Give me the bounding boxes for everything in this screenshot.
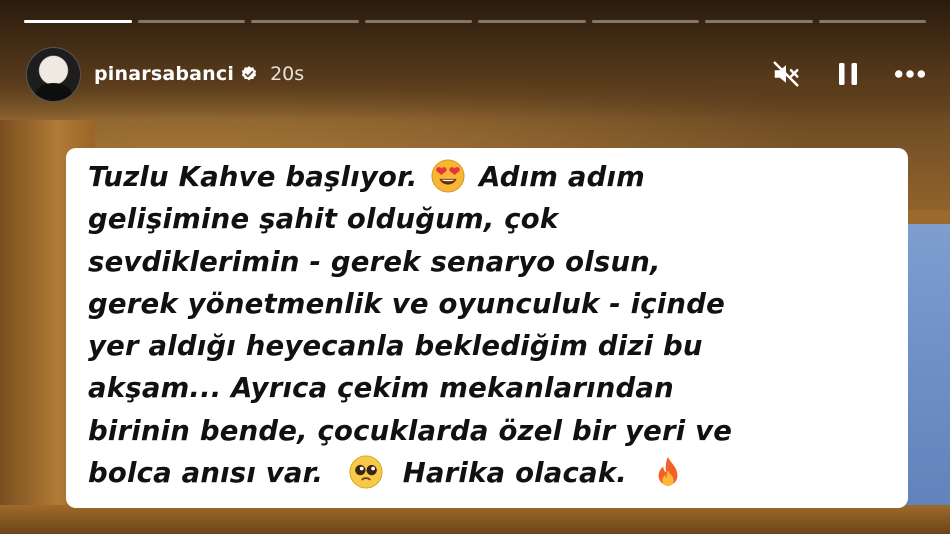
story-text-line: yer aldığı heyecanla beklediğim dizi bu (88, 330, 703, 363)
fire-emoji-icon (658, 456, 678, 487)
progress-segment (591, 20, 699, 23)
progress-segment (705, 20, 813, 23)
more-options-button[interactable] (894, 58, 926, 90)
avatar[interactable] (26, 46, 81, 102)
progress-segment (137, 20, 245, 23)
pause-button[interactable] (832, 58, 864, 90)
story-text-line: gerek yönetmenlik ve oyunculuk - içinde (88, 287, 725, 320)
story-text-line: akşam... Ayrıca çekim mekanlarından (88, 372, 674, 405)
story-text-line: bolca anısı var. Harika olacak. (88, 452, 888, 494)
background-sill (0, 505, 950, 534)
verified-badge-icon (241, 66, 257, 81)
story-text-line: sevdiklerimin - gerek senaryo olsun, (88, 245, 661, 278)
timestamp: 20s (270, 63, 305, 85)
progress-segment (24, 20, 132, 23)
progress-segment-fill (24, 20, 132, 23)
story-text-line: Tuzlu Kahve başlıyor. Adım adım (88, 159, 646, 193)
story-text-line: birinin bende, çocuklarda özel bir yeri … (88, 414, 733, 447)
username[interactable]: pinarsabanci (94, 63, 234, 85)
story-controls (770, 58, 926, 90)
progress-segment (251, 20, 359, 23)
progress-segment (364, 20, 472, 23)
mute-button[interactable] (770, 58, 802, 90)
more-options-icon (894, 70, 926, 78)
story-header: pinarsabanci 20s (26, 46, 926, 102)
story-text-card: Tuzlu Kahve başlıyor. Adım adım gelişimi… (66, 148, 908, 508)
progress-segment (478, 20, 586, 23)
story-progress-bar (24, 20, 926, 24)
pause-icon (839, 63, 857, 85)
pleading-face-emoji-icon (349, 455, 383, 489)
progress-segment (818, 20, 926, 23)
heart-eyes-emoji-icon (431, 159, 465, 193)
speaker-muted-icon (773, 61, 799, 87)
story-text-line: gelişimine şahit olduğum, çok (88, 203, 559, 236)
